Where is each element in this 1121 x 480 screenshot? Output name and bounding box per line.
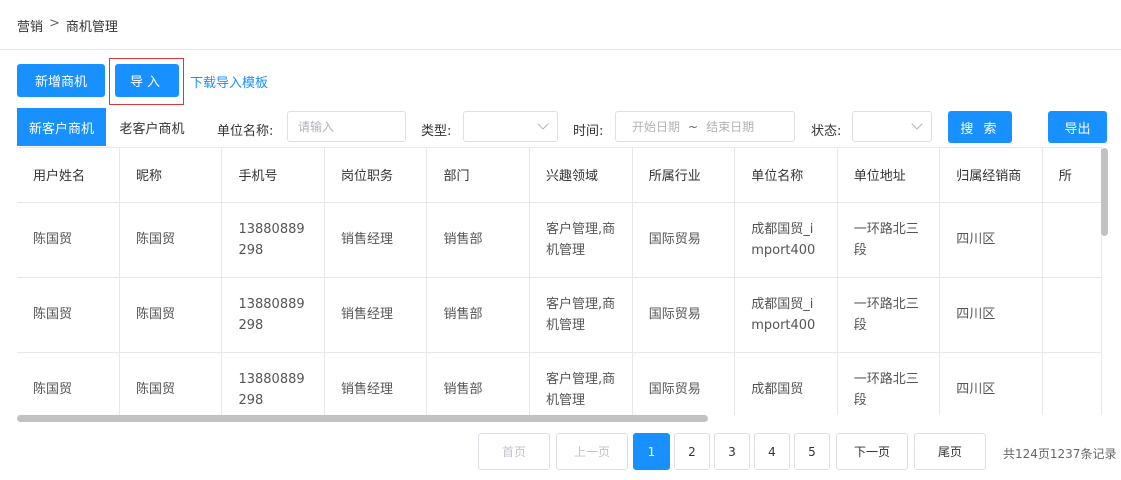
table-cell: 陈国贸 [17, 277, 120, 353]
table-cell: 成都国贸_import400 [734, 202, 838, 278]
column-header: 用户姓名 [17, 148, 120, 203]
column-header: 手机号 [221, 148, 325, 203]
status-select[interactable] [852, 111, 932, 142]
table-cell [1042, 277, 1102, 353]
first-page-button[interactable]: 首页 [478, 433, 550, 470]
next-page-button[interactable]: 下一页 [836, 433, 908, 470]
column-header: 单位名称 [734, 148, 838, 203]
table-cell: 四川区 [939, 277, 1043, 353]
table-cell: 客户管理,商机管理 [529, 277, 633, 353]
table-cell: 13880889298 [221, 352, 325, 415]
end-date-placeholder: 结束日期 [706, 120, 755, 134]
company-search-input[interactable]: 请输入 [287, 111, 406, 142]
column-header: 兴趣领域 [529, 148, 633, 203]
table-header-row: 用户姓名 昵称 手机号 岗位职务 部门 兴趣领域 所属行业 单位名称 单位地址 … [17, 148, 1102, 203]
company-filter-label: 单位名称: [217, 124, 274, 139]
download-template-link[interactable]: 下载导入模板 [190, 72, 268, 91]
date-range-separator: ~ [688, 119, 699, 134]
table-cell: 四川区 [939, 202, 1043, 278]
opportunity-table: 用户姓名 昵称 手机号 岗位职务 部门 兴趣领域 所属行业 单位名称 单位地址 … [17, 147, 1102, 415]
new-opportunity-button[interactable]: 新增商机 [17, 64, 105, 97]
table-cell: 陈国贸 [17, 352, 120, 415]
table-row[interactable]: 陈国贸 陈国贸 13880889298 销售经理 销售部 客户管理,商机管理 国… [17, 277, 1102, 353]
column-header: 所属行业 [632, 148, 736, 203]
table-cell: 一环路北三段 [837, 352, 941, 415]
table-cell: 销售部 [426, 352, 530, 415]
time-filter-label: 时间: [573, 124, 604, 139]
table-cell: 13880889298 [221, 202, 325, 278]
vertical-scrollbar[interactable] [1101, 148, 1108, 236]
breadcrumb: 营销 > 商机管理 [17, 16, 118, 35]
table-cell: 国际贸易 [632, 202, 736, 278]
chevron-down-icon [911, 118, 923, 130]
tab-new-customer[interactable]: 新客户商机 [17, 108, 106, 146]
table-cell: 13880889298 [221, 277, 325, 353]
table-cell: 一环路北三段 [837, 202, 941, 278]
type-filter-label: 类型: [421, 124, 452, 139]
table-cell: 客户管理,商机管理 [529, 352, 633, 415]
table-cell: 陈国贸 [119, 352, 223, 415]
page-button-1[interactable]: 1 [633, 433, 670, 470]
status-filter-label: 状态: [811, 124, 842, 139]
tab-old-customer[interactable]: 老客户商机 [106, 108, 198, 146]
table-row[interactable]: 陈国贸 陈国贸 13880889298 销售经理 销售部 客户管理,商机管理 国… [17, 352, 1102, 415]
table-cell: 销售部 [426, 202, 530, 278]
table-cell: 销售经理 [324, 202, 428, 278]
column-header: 归属经销商 [939, 148, 1043, 203]
table-cell: 客户管理,商机管理 [529, 202, 633, 278]
start-date-placeholder: 开始日期 [632, 120, 681, 134]
table-cell: 陈国贸 [17, 202, 120, 278]
horizontal-scrollbar[interactable] [17, 415, 708, 422]
header-divider [0, 49, 1121, 50]
table-cell: 销售经理 [324, 352, 428, 415]
column-header: 部门 [426, 148, 530, 203]
pagination-summary: 共124页1237条记录 [1003, 447, 1117, 461]
page-button-5[interactable]: 5 [794, 433, 830, 470]
column-header: 昵称 [119, 148, 223, 203]
last-page-button[interactable]: 尾页 [914, 433, 986, 470]
table-cell: 四川区 [939, 352, 1043, 415]
prev-page-button[interactable]: 上一页 [556, 433, 628, 470]
column-header: 单位地址 [837, 148, 941, 203]
breadcrumb-current: 商机管理 [65, 20, 118, 35]
export-button[interactable]: 导出 [1048, 111, 1107, 143]
table-row[interactable]: 陈国贸 陈国贸 13880889298 销售经理 销售部 客户管理,商机管理 国… [17, 202, 1102, 278]
import-button[interactable]: 导入 [115, 64, 179, 97]
column-header: 岗位职务 [324, 148, 428, 203]
page-button-2[interactable]: 2 [674, 433, 710, 470]
chevron-down-icon [537, 118, 549, 130]
table-cell: 国际贸易 [632, 277, 736, 353]
search-button[interactable]: 搜 索 [948, 111, 1012, 143]
table-cell: 成都国贸_import400 [734, 277, 838, 353]
page-button-3[interactable]: 3 [714, 433, 750, 470]
table-cell: 成都国贸 [734, 352, 838, 415]
table-cell [1042, 352, 1102, 415]
table-cell: 国际贸易 [632, 352, 736, 415]
table-cell: 销售经理 [324, 277, 428, 353]
table-cell: 陈国贸 [119, 277, 223, 353]
date-range-picker[interactable]: 开始日期 ~ 结束日期 [615, 111, 795, 142]
company-input-placeholder: 请输入 [298, 120, 335, 134]
breadcrumb-parent[interactable]: 营销 [17, 16, 43, 35]
table-cell: 销售部 [426, 277, 530, 353]
table-cell: 陈国贸 [119, 202, 223, 278]
page-button-4[interactable]: 4 [754, 433, 790, 470]
table-cell: 一环路北三段 [837, 277, 941, 353]
column-header: 所 [1042, 148, 1102, 203]
type-select[interactable] [463, 111, 558, 142]
table-cell [1042, 202, 1102, 278]
breadcrumb-separator: > [49, 16, 60, 31]
